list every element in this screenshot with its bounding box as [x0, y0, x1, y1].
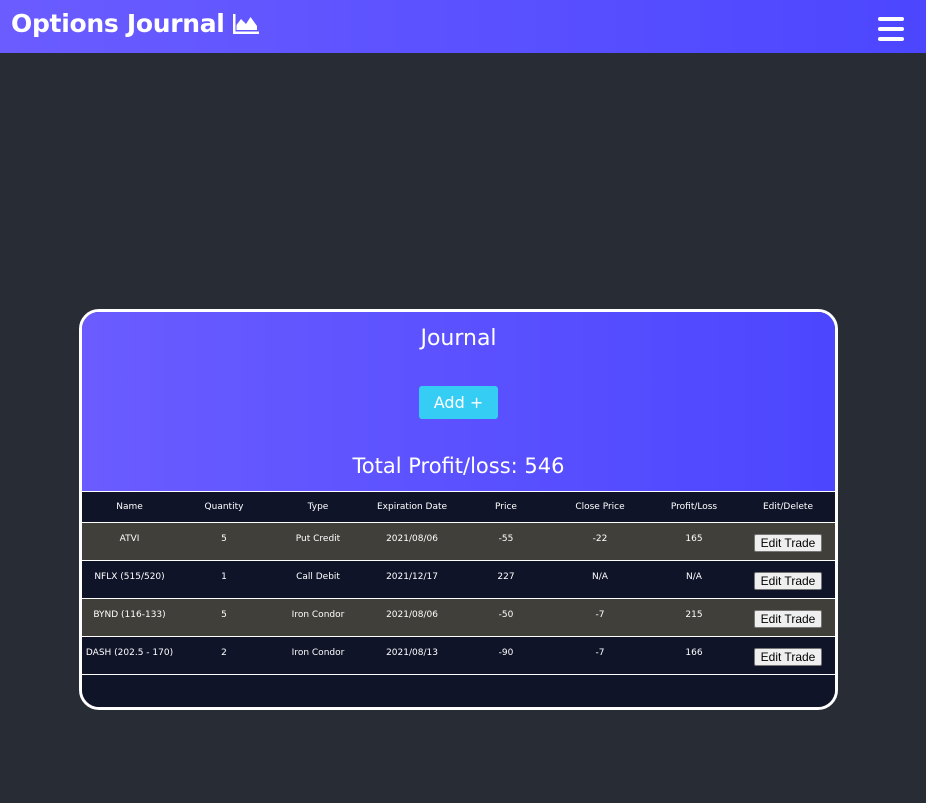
table-row: DASH (202.5 - 170) 2 Iron Condor 2021/08… — [82, 636, 835, 675]
add-trade-button[interactable]: Add + — [419, 386, 498, 419]
cell-type: Iron Condor — [271, 636, 365, 675]
cell-profit-loss: 215 — [647, 598, 741, 637]
cell-name: DASH (202.5 - 170) — [82, 636, 177, 675]
cell-edit: Edit Trade — [741, 560, 835, 599]
cell-price: -50 — [459, 598, 553, 637]
cell-type: Put Credit — [271, 522, 365, 561]
navbar: Options Journal — [0, 0, 926, 53]
hamburger-menu-icon[interactable] — [878, 16, 904, 41]
column-header-price: Price — [459, 491, 553, 523]
column-header-name: Name — [82, 491, 177, 523]
cell-name: BYND (116-133) — [82, 598, 177, 637]
cell-edit: Edit Trade — [741, 522, 835, 561]
edit-trade-button[interactable]: Edit Trade — [753, 609, 823, 628]
edit-trade-button[interactable]: Edit Trade — [753, 571, 823, 590]
table-footer-space — [82, 675, 835, 707]
area-chart-icon — [232, 13, 259, 34]
cell-close-price: N/A — [553, 560, 647, 599]
cell-quantity: 5 — [177, 522, 271, 561]
journal-title: Journal — [420, 326, 497, 351]
cell-type: Call Debit — [271, 560, 365, 599]
table-row: NFLX (515/520) 1 Call Debit 2021/12/17 2… — [82, 560, 835, 599]
table-row: ATVI 5 Put Credit 2021/08/06 -55 -22 165… — [82, 522, 835, 561]
edit-trade-button[interactable]: Edit Trade — [753, 533, 823, 552]
cell-profit-loss: N/A — [647, 560, 741, 599]
cell-expiration: 2021/08/06 — [365, 598, 459, 637]
cell-quantity: 5 — [177, 598, 271, 637]
cell-type: Iron Condor — [271, 598, 365, 637]
cell-profit-loss: 166 — [647, 636, 741, 675]
cell-price: -90 — [459, 636, 553, 675]
cell-close-price: -22 — [553, 522, 647, 561]
column-header-profit-loss: Profit/Loss — [647, 491, 741, 523]
cell-edit: Edit Trade — [741, 598, 835, 637]
column-header-expiration: Expiration Date — [365, 491, 459, 523]
cell-profit-loss: 165 — [647, 522, 741, 561]
cell-close-price: -7 — [553, 598, 647, 637]
cell-quantity: 1 — [177, 560, 271, 599]
column-header-type: Type — [271, 491, 365, 523]
brand[interactable]: Options Journal — [11, 9, 259, 38]
column-header-quantity: Quantity — [177, 491, 271, 523]
column-header-edit-delete: Edit/Delete — [741, 491, 835, 523]
column-header-close-price: Close Price — [553, 491, 647, 523]
cell-name: NFLX (515/520) — [82, 560, 177, 599]
cell-expiration: 2021/08/13 — [365, 636, 459, 675]
edit-trade-button[interactable]: Edit Trade — [753, 647, 823, 666]
cell-close-price: -7 — [553, 636, 647, 675]
trades-table: Name Quantity Type Expiration Date Price… — [82, 491, 835, 675]
total-profit-loss: Total Profit/loss: 546 — [352, 454, 565, 478]
cell-edit: Edit Trade — [741, 636, 835, 675]
journal-header: Journal Add + Total Profit/loss: 546 — [82, 312, 835, 491]
table-row: BYND (116-133) 5 Iron Condor 2021/08/06 … — [82, 598, 835, 637]
app-title: Options Journal — [11, 9, 225, 38]
cell-name: ATVI — [82, 522, 177, 561]
table-header-row: Name Quantity Type Expiration Date Price… — [82, 491, 835, 523]
journal-card: Journal Add + Total Profit/loss: 546 Nam… — [79, 309, 838, 710]
cell-quantity: 2 — [177, 636, 271, 675]
cell-expiration: 2021/08/06 — [365, 522, 459, 561]
cell-price: -55 — [459, 522, 553, 561]
cell-expiration: 2021/12/17 — [365, 560, 459, 599]
cell-price: 227 — [459, 560, 553, 599]
